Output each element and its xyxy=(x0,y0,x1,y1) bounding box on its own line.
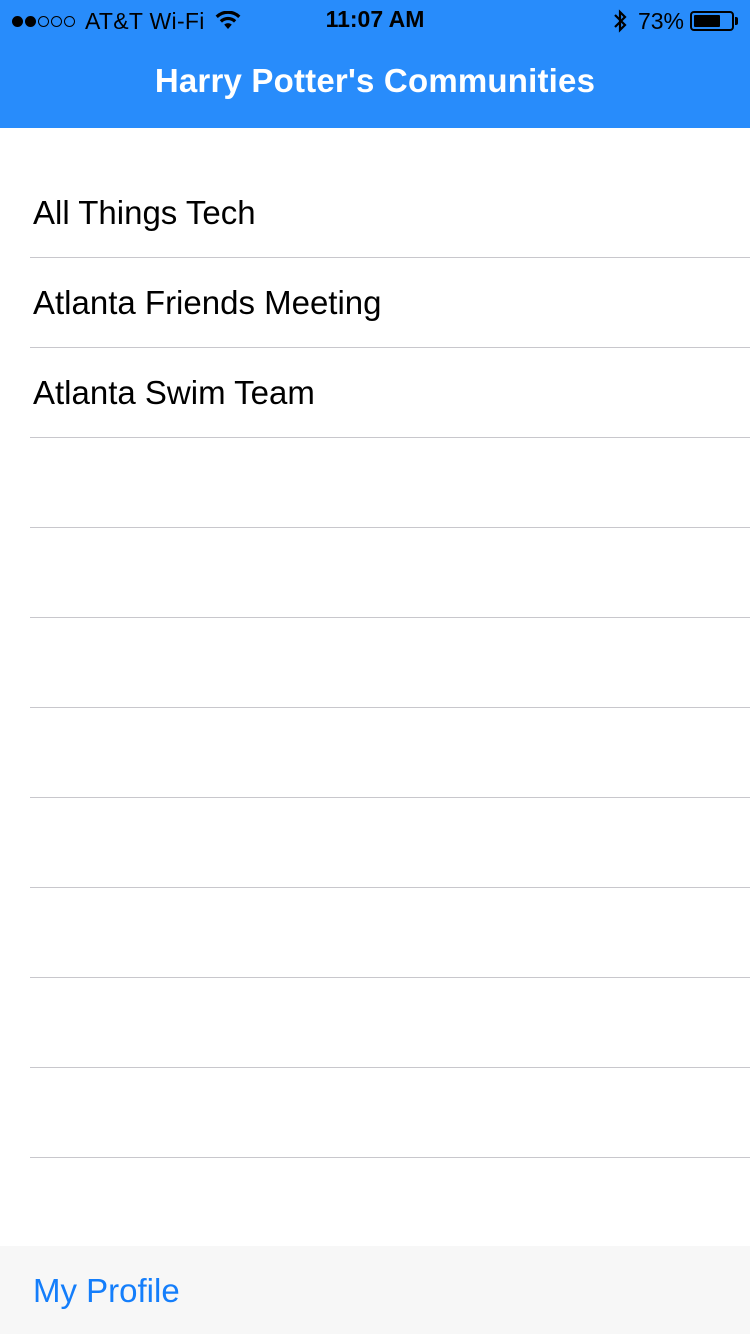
battery-percent: 73% xyxy=(637,7,684,34)
phone-screen: AT&T Wi-Fi 11:07 AM 73% Harry Potter's C… xyxy=(0,0,750,1334)
empty-row xyxy=(0,708,750,798)
status-bar: AT&T Wi-Fi 11:07 AM 73% xyxy=(0,0,750,40)
battery-fill xyxy=(694,15,721,27)
status-right: 73% xyxy=(612,7,738,35)
community-row[interactable]: Atlanta Swim Team xyxy=(0,348,750,438)
community-name: Atlanta Swim Team xyxy=(33,374,315,411)
communities-list: All Things Tech Atlanta Friends Meeting At… xyxy=(0,168,750,1158)
empty-row xyxy=(0,528,750,618)
battery-icon xyxy=(690,11,738,31)
bottom-toolbar: My Profile xyxy=(0,1246,750,1334)
page-title: Harry Potter's Communities xyxy=(154,62,596,99)
battery-body xyxy=(690,11,734,31)
navigation-header: AT&T Wi-Fi 11:07 AM 73% Harry Potter's C… xyxy=(0,0,750,128)
community-row[interactable]: Atlanta Friends Meeting xyxy=(0,258,750,348)
community-name: Atlanta Friends Meeting xyxy=(33,284,382,321)
empty-row xyxy=(0,888,750,978)
bluetooth-icon xyxy=(612,8,628,34)
community-row[interactable]: All Things Tech xyxy=(0,168,750,258)
empty-row xyxy=(0,798,750,888)
empty-row xyxy=(0,1068,750,1158)
battery-tip xyxy=(735,17,738,25)
community-name: All Things Tech xyxy=(33,194,256,231)
my-profile-button[interactable]: My Profile xyxy=(33,1272,180,1310)
empty-row xyxy=(0,438,750,528)
row-separator xyxy=(30,1157,750,1158)
empty-row xyxy=(0,978,750,1068)
empty-row xyxy=(0,618,750,708)
